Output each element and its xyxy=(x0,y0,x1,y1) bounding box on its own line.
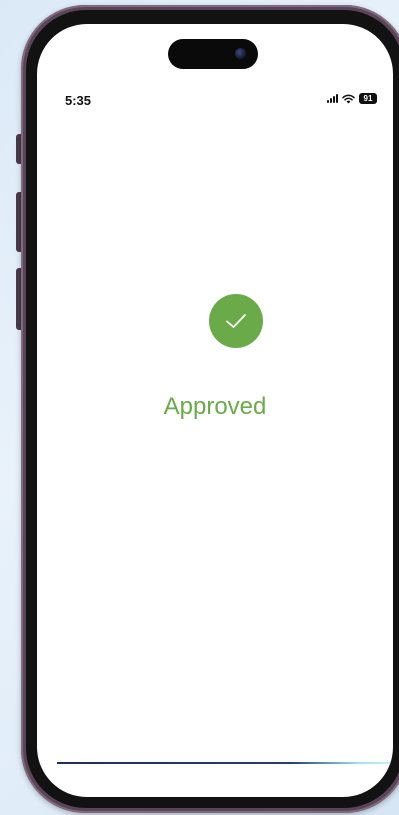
status-bar-icons: 91 xyxy=(327,93,377,104)
front-camera-icon xyxy=(235,48,246,59)
status-bar-time: 5:35 xyxy=(65,93,92,108)
battery-icon: 91 xyxy=(359,93,377,104)
checkmark-circle-icon xyxy=(209,294,263,348)
cellular-signal-icon xyxy=(327,94,338,103)
phone-frame: 5:35 91 Approved xyxy=(21,5,399,813)
phone-screen: 5:35 91 Approved xyxy=(37,24,393,797)
approved-status-label: Approved xyxy=(163,393,267,420)
wifi-icon xyxy=(342,94,355,103)
dynamic-island xyxy=(168,39,258,69)
phone-bezel: 5:35 91 Approved xyxy=(26,10,399,808)
bottom-divider xyxy=(57,762,393,764)
